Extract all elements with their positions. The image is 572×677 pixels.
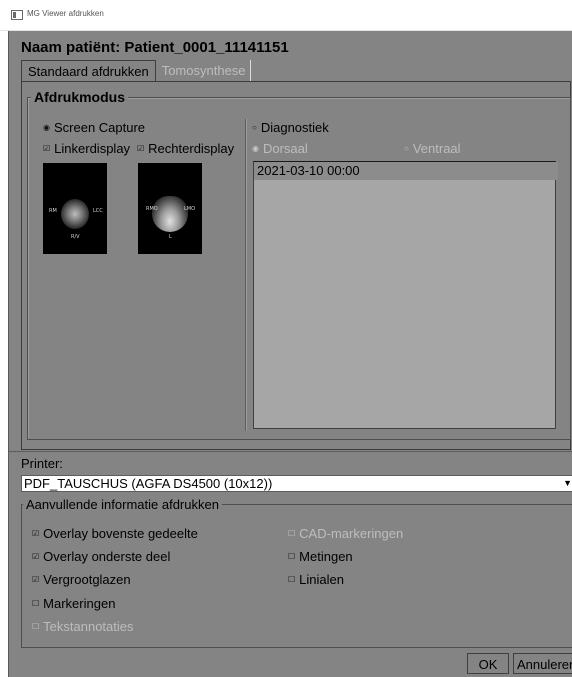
- patient-title: Naam patiënt: Patient_0001_11141151: [21, 39, 289, 56]
- left-display-thumbnail: RM LCC R/V: [43, 163, 107, 254]
- magnifiers-label: Vergrootglazen: [43, 572, 131, 587]
- markings-label: Markeringen: [43, 596, 116, 611]
- mammogram-left-image: [61, 199, 89, 229]
- radio-on-icon: ◉: [252, 144, 259, 153]
- left-display-label: Linkerdisplay: [54, 141, 131, 156]
- tab-bar: Standaard afdrukken Tomosynthese: [21, 60, 251, 82]
- markings-checkbox[interactable]: ☐ Markeringen: [32, 596, 115, 611]
- printer-select[interactable]: PDF_TAUSCHUS (AGFA DS4500 (10x12)) ▼: [21, 475, 572, 492]
- dorsal-radio[interactable]: ◉ Dorsaal: [252, 141, 308, 156]
- rulers-checkbox[interactable]: ☐ Linialen: [288, 572, 344, 587]
- printer-label: Printer:: [21, 456, 63, 471]
- title-bar: MG Viewer afdrukken: [0, 0, 572, 31]
- print-dialog: Naam patiënt: Patient_0001_11141151 Stan…: [8, 31, 572, 677]
- checkbox-unchecked-icon: ☐: [288, 575, 296, 584]
- text-annotations-label: Tekstannotaties: [43, 619, 134, 634]
- mode-divider: [245, 119, 247, 431]
- screen-capture-radio[interactable]: ◉ Screen Capture: [43, 120, 145, 135]
- overlay-top-label: Overlay bovenste gedeelte: [43, 526, 198, 541]
- tab-tomosynthesis[interactable]: Tomosynthese: [155, 60, 251, 81]
- overlay-bottom-checkbox[interactable]: ☑ Overlay onderste deel: [32, 549, 170, 564]
- text-annotations-checkbox[interactable]: ☐ Tekstannotaties: [32, 619, 134, 634]
- diagnostic-radio[interactable]: ○ Diagnostiek: [252, 120, 329, 135]
- checkbox-checked-icon: ☑: [137, 144, 145, 153]
- magnifiers-checkbox[interactable]: ☑ Vergrootglazen: [32, 572, 131, 587]
- cad-markings-checkbox[interactable]: ☐ CAD-markeringen: [288, 526, 403, 541]
- app-icon: [11, 10, 23, 20]
- measurements-checkbox[interactable]: ☐ Metingen: [288, 549, 353, 564]
- thumb-label: LCC: [93, 208, 103, 214]
- cad-markings-label: CAD-markeringen: [299, 526, 404, 541]
- checkbox-unchecked-icon: ☐: [288, 552, 296, 561]
- separator: [9, 451, 572, 452]
- radio-on-icon: ◉: [43, 123, 50, 132]
- overlay-bottom-label: Overlay onderste deel: [43, 549, 171, 564]
- thumb-label: RM: [49, 208, 57, 214]
- checkbox-checked-icon: ☑: [32, 575, 40, 584]
- thumb-label: L: [169, 234, 172, 240]
- overlay-top-checkbox[interactable]: ☑ Overlay bovenste gedeelte: [32, 526, 198, 541]
- cancel-button[interactable]: Annuleren: [513, 653, 572, 674]
- printer-value: PDF_TAUSCHUS (AGFA DS4500 (10x12)): [24, 476, 273, 491]
- radio-off-icon: ○: [404, 144, 409, 153]
- checkbox-checked-icon: ☑: [43, 144, 51, 153]
- thumb-label: RMO: [146, 206, 158, 212]
- list-item[interactable]: 2021-03-10 00:00: [254, 162, 558, 180]
- left-display-checkbox[interactable]: ☑ Linkerdisplay: [43, 141, 130, 156]
- checkbox-unchecked-icon: ☐: [32, 622, 40, 631]
- screen-capture-label: Screen Capture: [53, 120, 146, 135]
- ok-button[interactable]: OK: [467, 653, 509, 674]
- window-title: MG Viewer afdrukken: [27, 9, 104, 18]
- right-display-label: Rechterdisplay: [148, 141, 235, 156]
- checkbox-unchecked-icon: ☐: [288, 529, 296, 538]
- print-mode-legend: Afdrukmodus: [31, 89, 128, 105]
- radio-off-icon: ○: [252, 123, 257, 132]
- right-display-thumbnail: RMO LMO L: [138, 163, 202, 254]
- chevron-down-icon[interactable]: ▼: [562, 476, 572, 491]
- ventral-label: Ventraal: [412, 141, 461, 156]
- measurements-label: Metingen: [299, 549, 353, 564]
- thumb-label: LMO: [184, 206, 196, 212]
- tab-standard-print[interactable]: Standaard afdrukken: [21, 60, 156, 82]
- ventral-radio[interactable]: ○ Ventraal: [404, 141, 461, 156]
- mammogram-right-image: [152, 196, 188, 232]
- rulers-label: Linialen: [299, 572, 344, 587]
- study-list[interactable]: 2021-03-10 00:00: [253, 161, 558, 429]
- right-display-checkbox[interactable]: ☑ Rechterdisplay: [137, 141, 234, 156]
- checkbox-checked-icon: ☑: [32, 529, 40, 538]
- diagnostic-label: Diagnostiek: [260, 120, 329, 135]
- thumb-label: R/V: [71, 234, 80, 240]
- checkbox-checked-icon: ☑: [32, 552, 40, 561]
- dorsal-label: Dorsaal: [262, 141, 308, 156]
- checkbox-unchecked-icon: ☐: [32, 599, 40, 608]
- additional-info-legend: Aanvullende informatie afdrukken: [23, 497, 222, 512]
